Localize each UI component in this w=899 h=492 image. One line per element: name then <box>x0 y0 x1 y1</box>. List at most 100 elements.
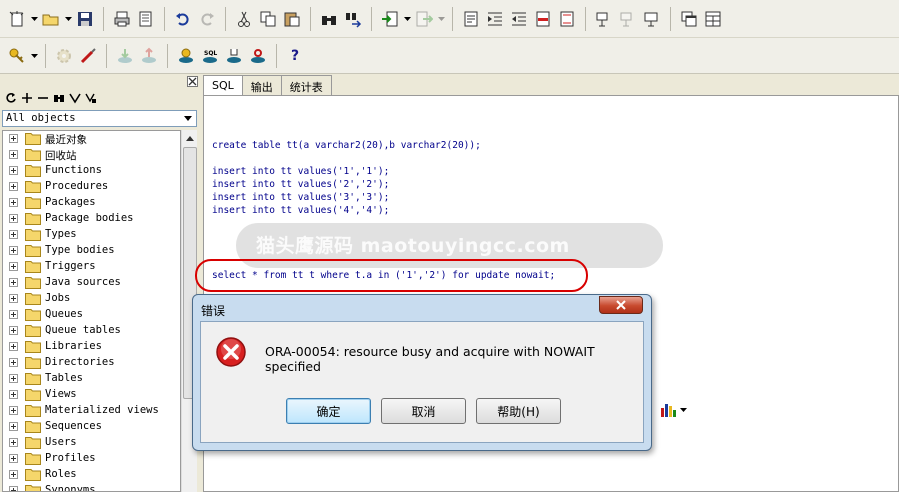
open-folder-icon[interactable] <box>40 8 62 30</box>
tool-c-icon[interactable] <box>641 8 663 30</box>
expand-toggle-icon[interactable] <box>9 134 18 143</box>
cancel-button[interactable]: 取消 <box>381 398 466 424</box>
tree-item[interactable]: Functions <box>3 163 180 179</box>
open-dropdown[interactable] <box>64 8 72 30</box>
indent-icon[interactable] <box>484 8 506 30</box>
dialog-close-button[interactable] <box>599 296 643 314</box>
undo-icon[interactable] <box>172 8 194 30</box>
find-replace-icon[interactable] <box>342 8 364 30</box>
windows-icon[interactable] <box>678 8 700 30</box>
expand-toggle-icon[interactable] <box>9 390 18 399</box>
expand-toggle-icon[interactable] <box>9 374 18 383</box>
expand-toggle-icon[interactable] <box>9 358 18 367</box>
tree-item[interactable]: Materialized views <box>3 403 180 419</box>
expand-toggle-icon[interactable] <box>9 310 18 319</box>
expand-toggle-icon[interactable] <box>9 166 18 175</box>
find-icon[interactable] <box>318 8 340 30</box>
tab-statistics[interactable]: 统计表 <box>280 75 332 95</box>
comment-icon[interactable] <box>532 8 554 30</box>
print-preview-icon[interactable] <box>135 8 157 30</box>
db-execute-icon[interactable] <box>175 45 197 67</box>
tree-item[interactable]: Views <box>3 387 180 403</box>
tree-item[interactable]: Package bodies <box>3 211 180 227</box>
tree-item[interactable]: 回收站 <box>3 147 180 163</box>
tab-output[interactable]: 输出 <box>241 75 282 95</box>
expand-toggle-icon[interactable] <box>9 230 18 239</box>
import-dropdown[interactable] <box>403 8 411 30</box>
export-dropdown[interactable] <box>437 8 445 30</box>
chart-dropdown-icon[interactable] <box>680 408 687 412</box>
filter-edit-icon[interactable] <box>84 92 97 105</box>
tree-item[interactable]: Queue tables <box>3 323 180 339</box>
refresh-icon[interactable] <box>4 92 17 105</box>
redo-icon[interactable] <box>196 8 218 30</box>
tool-b-icon[interactable] <box>617 8 639 30</box>
close-icon[interactable] <box>187 76 198 87</box>
tree-item[interactable]: Sequences <box>3 419 180 435</box>
layout-icon[interactable] <box>702 8 724 30</box>
ok-button[interactable]: 确定 <box>286 398 371 424</box>
filter-icon[interactable] <box>68 92 81 105</box>
expand-toggle-icon[interactable] <box>9 486 18 491</box>
wand-icon[interactable] <box>77 45 99 67</box>
chevron-down-icon[interactable] <box>182 112 194 125</box>
db-rollback-icon[interactable] <box>247 45 269 67</box>
tree-item[interactable]: Packages <box>3 195 180 211</box>
tree-item[interactable]: Jobs <box>3 291 180 307</box>
tree-item[interactable]: 最近对象 <box>3 131 180 147</box>
tab-sql[interactable]: SQL <box>203 75 243 96</box>
tree-item[interactable]: Triggers <box>3 259 180 275</box>
expand-toggle-icon[interactable] <box>9 150 18 159</box>
import-icon[interactable] <box>379 8 401 30</box>
tree-item[interactable]: Profiles <box>3 451 180 467</box>
print-icon[interactable] <box>111 8 133 30</box>
key-dropdown[interactable] <box>30 45 38 67</box>
expand-toggle-icon[interactable] <box>9 214 18 223</box>
new-dropdown[interactable] <box>30 8 38 30</box>
tree-item[interactable]: Roles <box>3 467 180 483</box>
tree-item[interactable]: Java sources <box>3 275 180 291</box>
tool-a-icon[interactable] <box>593 8 615 30</box>
document-icon[interactable] <box>460 8 482 30</box>
expand-toggle-icon[interactable] <box>9 454 18 463</box>
expand-toggle-icon[interactable] <box>9 262 18 271</box>
tree-item[interactable]: Tables <box>3 371 180 387</box>
expand-toggle-icon[interactable] <box>9 326 18 335</box>
expand-toggle-icon[interactable] <box>9 198 18 207</box>
tree-item[interactable]: Types <box>3 227 180 243</box>
tree-item[interactable]: Queues <box>3 307 180 323</box>
expand-toggle-icon[interactable] <box>9 278 18 287</box>
scroll-up-icon[interactable] <box>182 130 197 146</box>
find-object-icon[interactable] <box>52 92 65 105</box>
help-icon[interactable]: ? <box>284 45 306 67</box>
db-up-icon[interactable] <box>138 45 160 67</box>
tree-item[interactable]: Users <box>3 435 180 451</box>
expand-toggle-icon[interactable] <box>9 246 18 255</box>
sql-icon[interactable]: SQL <box>199 45 221 67</box>
key-icon[interactable] <box>6 45 28 67</box>
expand-toggle-icon[interactable] <box>9 438 18 447</box>
tree-item[interactable]: Directories <box>3 355 180 371</box>
expand-toggle-icon[interactable] <box>9 470 18 479</box>
cut-icon[interactable] <box>233 8 255 30</box>
help-button[interactable]: 帮助(H) <box>476 398 561 424</box>
paste-icon[interactable] <box>281 8 303 30</box>
expand-toggle-icon[interactable] <box>9 342 18 351</box>
db-down-icon[interactable] <box>114 45 136 67</box>
tree-item[interactable]: Synonyms <box>3 483 180 491</box>
export-icon[interactable] <box>413 8 435 30</box>
collapse-icon[interactable] <box>36 92 49 105</box>
unindent-icon[interactable] <box>508 8 530 30</box>
expand-toggle-icon[interactable] <box>9 422 18 431</box>
save-icon[interactable] <box>74 8 96 30</box>
db-commit-icon[interactable] <box>223 45 245 67</box>
expand-icon[interactable] <box>20 92 33 105</box>
tree-item[interactable]: Procedures <box>3 179 180 195</box>
expand-toggle-icon[interactable] <box>9 182 18 191</box>
expand-toggle-icon[interactable] <box>9 294 18 303</box>
copy-icon[interactable] <box>257 8 279 30</box>
tree-item[interactable]: Type bodies <box>3 243 180 259</box>
expand-toggle-icon[interactable] <box>9 406 18 415</box>
uncomment-icon[interactable] <box>556 8 578 30</box>
new-icon[interactable] <box>6 8 28 30</box>
